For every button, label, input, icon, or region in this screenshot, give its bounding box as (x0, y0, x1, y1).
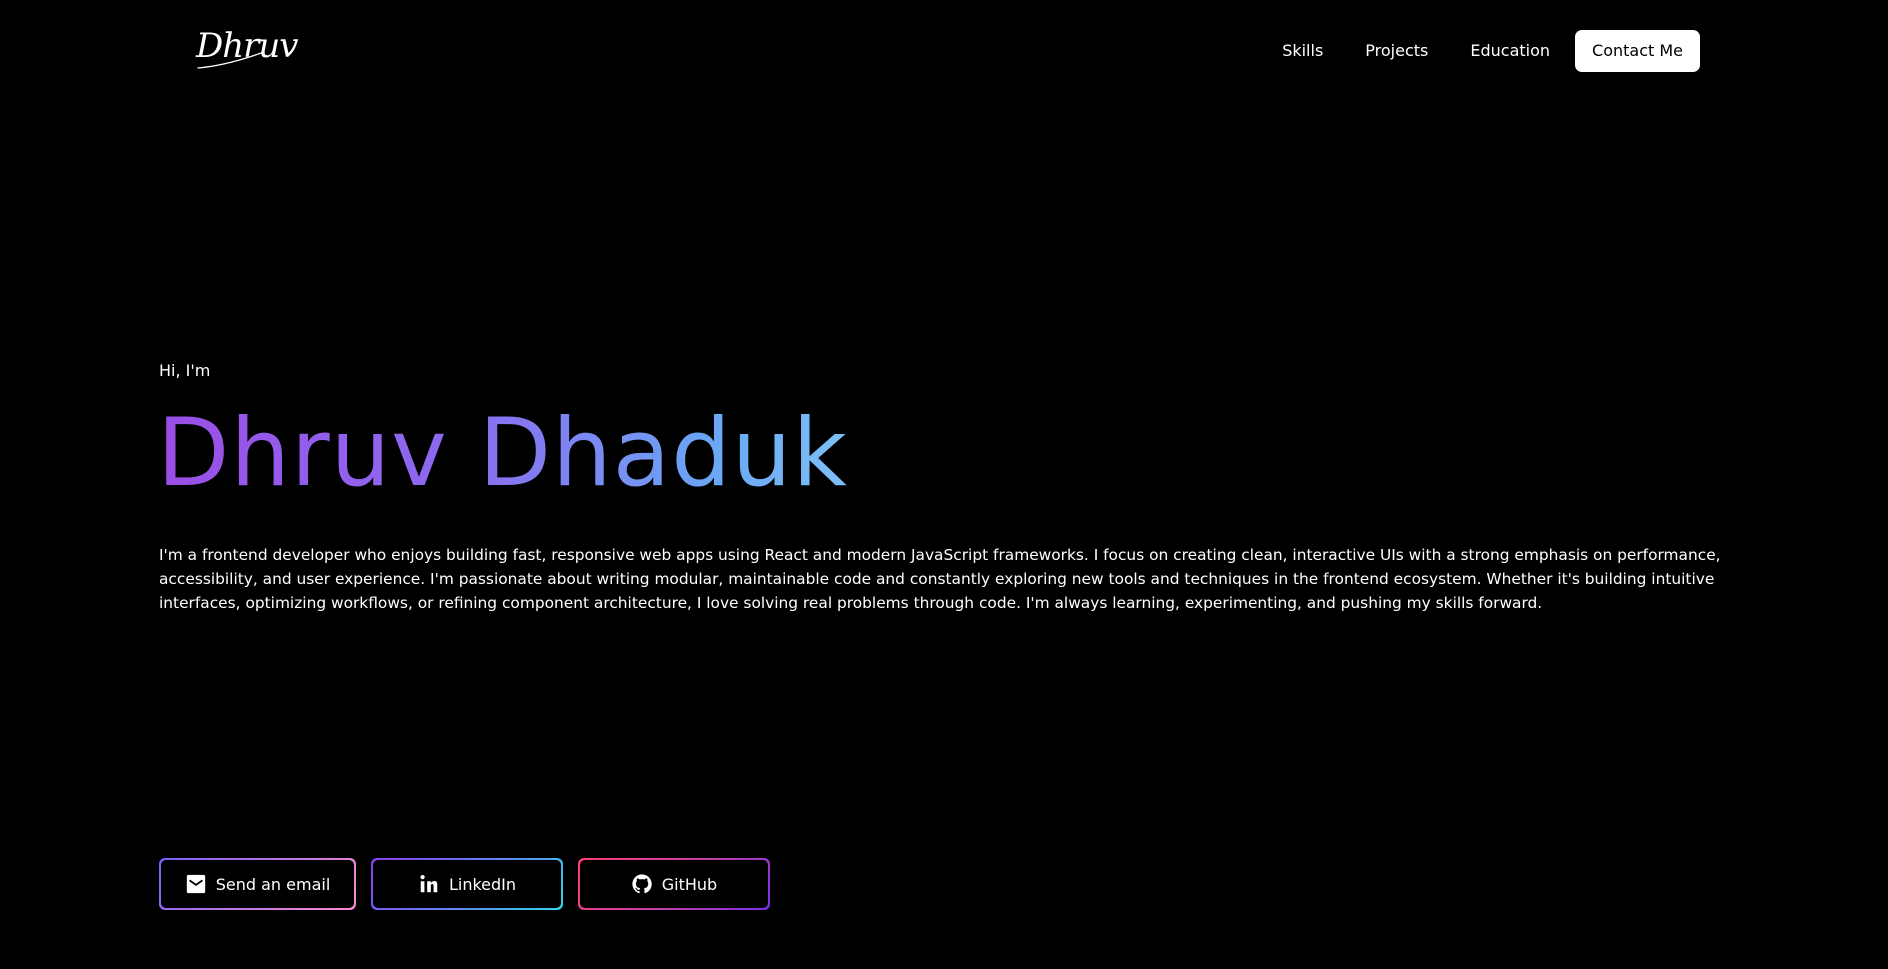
contact-actions: Send an email LinkedIn GitHub (159, 858, 785, 910)
hero-bio: I'm a frontend developer who enjoys buil… (159, 546, 1721, 612)
github-button[interactable]: GitHub (578, 858, 770, 910)
logo-underline-swash (197, 51, 265, 69)
hero-name-heading: Dhruv Dhaduk (157, 399, 848, 508)
github-label: GitHub (661, 874, 718, 894)
github-icon (631, 873, 653, 895)
contact-me-button[interactable]: Contact Me (1575, 30, 1700, 72)
hero-greeting: Hi, I'm (159, 361, 211, 380)
nav-skills-link[interactable]: Skills (1282, 30, 1323, 72)
nav-education-link[interactable]: Education (1470, 30, 1550, 72)
portfolio-page: Dhruv Skills Projects Education Contact … (0, 0, 1888, 969)
send-email-label: Send an email (215, 874, 331, 894)
send-email-button[interactable]: Send an email (159, 858, 356, 910)
mail-icon (185, 873, 207, 895)
linkedin-button[interactable]: LinkedIn (371, 858, 563, 910)
linkedin-label: LinkedIn (448, 874, 517, 894)
linkedin-icon (418, 873, 440, 895)
nav-projects-link[interactable]: Projects (1365, 30, 1428, 72)
top-nav: Skills Projects Education Contact Me (1282, 30, 1700, 72)
